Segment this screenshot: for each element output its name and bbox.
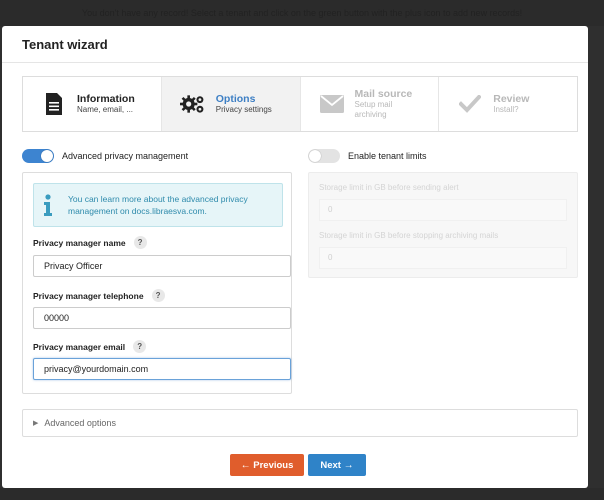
alert-limit-input: 0	[319, 199, 567, 221]
step-review[interactable]: Review Install?	[439, 77, 577, 131]
backdrop-bottom	[0, 488, 604, 500]
step-information[interactable]: Information Name, email, ...	[23, 77, 162, 131]
step-options[interactable]: Options Privacy settings	[161, 77, 301, 131]
step-mail-source[interactable]: Mail source Setup mail archiving	[301, 77, 440, 131]
caret-right-icon: ▶	[33, 420, 39, 427]
help-icon[interactable]: ?	[133, 236, 147, 249]
info-text-line: You can learn more about the advanced pr…	[68, 194, 248, 204]
tenant-limits-panel: Storage limit in GB before sending alert…	[308, 172, 578, 278]
advanced-privacy-label: Advanced privacy management	[62, 151, 189, 161]
modal-title: Tenant wizard	[22, 36, 108, 52]
info-box: You can learn more about the advanced pr…	[33, 183, 283, 227]
advanced-privacy-toggle[interactable]	[22, 149, 54, 163]
help-icon[interactable]: ?	[151, 289, 165, 302]
manager-email-label-text: Privacy manager email	[33, 341, 126, 352]
tenant-limits-label: Enable tenant limits	[348, 151, 427, 161]
arrow-left-icon: ←	[240, 459, 251, 471]
manager-phone-label-text: Privacy manager telephone	[33, 290, 144, 301]
previous-button[interactable]: ← Previous	[230, 454, 304, 476]
privacy-panel: You can learn more about the advanced pr…	[22, 172, 292, 394]
checkmark-icon	[457, 91, 483, 117]
step-subtitle: Privacy settings	[215, 105, 272, 114]
step-title: Information	[77, 93, 135, 105]
step-subtitle: Name, email, ...	[77, 105, 134, 114]
modal-header: Tenant wizard	[2, 26, 588, 63]
advanced-privacy-toggle-row: Advanced privacy management	[22, 149, 188, 163]
step-subtitle: Install?	[493, 105, 519, 114]
info-text: You can learn more about the advanced pr…	[62, 193, 254, 217]
stop-limit-input: 0	[319, 247, 567, 269]
alert-limit-label: Storage limit in GB before sending alert	[319, 183, 459, 192]
backdrop-message: You don't have any record! Select a tena…	[0, 0, 604, 26]
info-icon	[34, 194, 62, 216]
manager-email-input[interactable]	[33, 358, 291, 380]
document-icon	[41, 91, 67, 117]
manager-phone-label: Privacy manager telephone ?	[33, 289, 165, 302]
step-title: Mail source	[354, 88, 413, 100]
info-text-line[interactable]: management on docs.libraesva.com.	[68, 205, 248, 217]
next-button-label: Next	[320, 459, 341, 471]
wizard-steps: Information Name, email, ... Options Pri…	[22, 76, 578, 132]
gears-icon	[179, 91, 206, 117]
next-button[interactable]: Next →	[308, 454, 366, 476]
tenant-limits-toggle-row: Enable tenant limits	[308, 149, 427, 163]
advanced-options-collapsible[interactable]: ▶ Advanced options	[22, 409, 578, 437]
manager-phone-input[interactable]	[33, 307, 291, 329]
tenant-limits-toggle[interactable]	[308, 149, 340, 163]
manager-name-label: Privacy manager name ?	[33, 236, 147, 249]
help-icon[interactable]: ?	[133, 340, 147, 353]
step-subtitle: Setup mail archiving	[354, 100, 393, 119]
step-title: Review	[493, 93, 530, 105]
advanced-options-label: Advanced options	[44, 418, 116, 428]
manager-email-label: Privacy manager email ?	[33, 340, 147, 353]
previous-button-label: Previous	[253, 459, 294, 471]
tenant-wizard-modal: Tenant wizard Information Name, email, .…	[2, 26, 588, 488]
stop-limit-label: Storage limit in GB before stopping arch…	[319, 231, 499, 240]
envelope-icon	[319, 91, 345, 117]
manager-name-label-text: Privacy manager name	[33, 237, 126, 248]
arrow-right-icon: →	[343, 459, 354, 471]
manager-name-input[interactable]	[33, 255, 291, 277]
step-title: Options	[215, 93, 256, 105]
